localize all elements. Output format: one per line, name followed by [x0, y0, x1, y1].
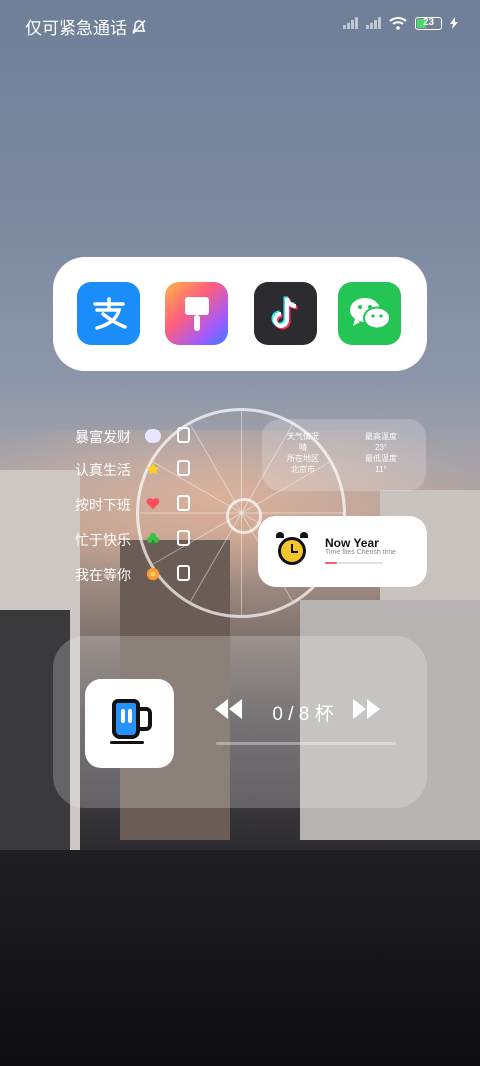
tiktok-app[interactable] [254, 282, 317, 345]
cup-icon [112, 699, 140, 739]
cup-count-current: 0 [272, 704, 283, 725]
status-bar: 仅可紧急通话 23 [0, 0, 480, 50]
habit-label: 我在等你 [75, 567, 131, 583]
water-tracker-widget: 0 / 8 杯 [53, 636, 427, 808]
habit-item[interactable]: 认真生活 [75, 458, 195, 482]
alarm-clock-icon [278, 537, 306, 565]
star-icon [146, 462, 160, 475]
weather-condition: 晴 [299, 443, 307, 452]
wifi-icon [389, 17, 407, 30]
high-temp-label: 最高温度 [365, 432, 397, 441]
charging-icon [450, 17, 458, 29]
bell-off-icon [132, 19, 146, 34]
habit-label: 认真生活 [75, 462, 131, 478]
wechat-icon [349, 297, 391, 329]
cup-count: 0 / 8 杯 [263, 699, 343, 726]
water-progress-bar [216, 742, 396, 745]
habit-checkbox[interactable] [177, 565, 190, 581]
carrier-text: 仅可紧急通话 [25, 19, 127, 38]
battery-icon: 23 [415, 16, 442, 30]
app-dock [53, 257, 427, 371]
signal-icon [366, 17, 381, 29]
now-year-widget[interactable]: Now Year Time flies Cherish time [258, 516, 427, 587]
location-label: 所在地区 [287, 454, 319, 463]
habit-checkbox[interactable] [177, 427, 190, 443]
habit-item[interactable]: 我在等你 [75, 563, 195, 587]
location-value: 北京市 [291, 465, 315, 474]
year-progress-bar [325, 562, 383, 564]
battery-level: 23 [422, 16, 435, 28]
signal-icon [343, 17, 358, 29]
cup-button[interactable] [85, 679, 174, 768]
high-temp-value: 23° [374, 443, 388, 452]
flower-icon [146, 567, 160, 581]
clover-icon [146, 532, 160, 546]
habit-checkbox[interactable] [177, 495, 190, 511]
widget-subtitle: Time flies Cherish time [325, 549, 396, 556]
low-temp-label: 最低温度 [365, 454, 397, 463]
weather-widget[interactable]: 天气情况 晴 所在地区 北京市 最高温度 23° 最低温度 11° [262, 419, 426, 491]
alipay-app[interactable] [77, 282, 140, 345]
habit-item[interactable]: 忙于快乐 [75, 528, 195, 552]
year-progress-fill [325, 562, 337, 564]
habit-label: 按时下班 [75, 497, 131, 513]
wechat-app[interactable] [338, 282, 401, 345]
habit-item[interactable]: 暴富发财 [75, 425, 195, 449]
tiktok-icon [271, 295, 298, 329]
habit-item[interactable]: 按时下班 [75, 493, 195, 517]
widget-title: Now Year [325, 536, 379, 550]
low-temp-value: 11° [375, 465, 387, 474]
habit-checkbox[interactable] [177, 460, 190, 476]
cloud-icon [145, 429, 161, 443]
habit-checkbox[interactable] [177, 530, 190, 546]
weather-label: 天气情况 [287, 432, 319, 441]
habit-label: 忙于快乐 [75, 532, 131, 548]
habit-label: 暴富发财 [75, 429, 131, 445]
heart-icon [146, 498, 160, 510]
cup-count-total: / 8 杯 [288, 704, 334, 725]
rewind-icon[interactable] [213, 698, 245, 720]
brush-icon [184, 296, 209, 331]
alipay-icon [92, 296, 127, 330]
paint-app[interactable] [165, 282, 228, 345]
fast-forward-icon[interactable] [350, 698, 382, 720]
